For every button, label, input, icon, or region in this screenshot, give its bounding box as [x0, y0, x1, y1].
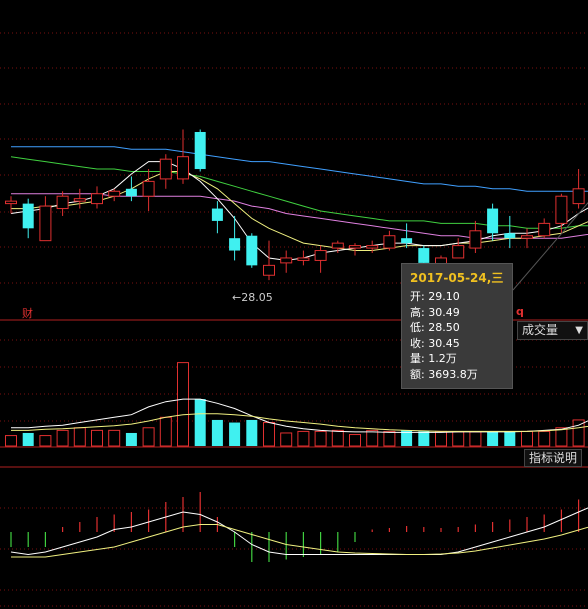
volume-bar-up [469, 431, 482, 447]
volume-bar-up [177, 362, 189, 447]
tooltip-row-amount: 额: 3693.8万 [410, 367, 504, 383]
tooltip-pointer [512, 202, 588, 291]
volume-bar-up [263, 422, 275, 447]
candle-body-down [125, 188, 137, 197]
tooltip-row-label: 收: [410, 336, 425, 350]
tooltip-date: 2017-05-24,三 [410, 271, 504, 285]
candle-body-up [521, 235, 533, 239]
candle-body-up [91, 193, 103, 205]
candle-body-down [246, 235, 258, 266]
q-tag[interactable]: q [516, 305, 524, 318]
candle-body-up [366, 245, 379, 249]
volume-bar-down [418, 431, 430, 446]
tooltip-row-value: 30.45 [428, 336, 460, 350]
volume-ma-line-2 [11, 413, 588, 432]
volume-bar-up [435, 430, 447, 447]
volume-bar-down [22, 432, 34, 446]
volume-bar-up [56, 429, 69, 447]
volume-bar-up [73, 427, 86, 447]
volume-bar-down [246, 419, 258, 446]
candle-tooltip: 2017-05-24,三 开: 29.10 高: 30.49 低: 28.50 … [401, 263, 513, 389]
candle-body-up [555, 195, 568, 224]
candle-body-up [5, 200, 17, 205]
volume-bar-up [39, 435, 52, 447]
volume-bar-down [211, 419, 223, 446]
candle-body-up [314, 250, 327, 261]
candle-body-up [469, 230, 482, 249]
volume-bar-up [521, 430, 533, 447]
volume-bar-up [331, 429, 344, 447]
volume-bar-down [487, 431, 499, 446]
volume-indicator-select[interactable]: 成交量 ▼ [517, 321, 588, 340]
candle-body-down [229, 238, 241, 251]
candle-body-up [73, 198, 86, 202]
candle-body-up [383, 235, 396, 249]
candle-body-down [487, 208, 499, 234]
candle-body-up [177, 156, 189, 180]
tooltip-row-label: 量: [410, 352, 425, 365]
volume-bar-up [366, 429, 379, 447]
volume-bar-up [108, 429, 121, 447]
candle-body-up [39, 205, 52, 242]
tooltip-row-value: 30.49 [428, 305, 460, 319]
tooltip-row-value: 3693.8万 [428, 367, 478, 381]
volume-bar-down [194, 399, 206, 446]
candle-body-up [349, 245, 361, 249]
volume-bar-up [452, 431, 465, 447]
candle-body-up [331, 242, 344, 249]
candle-body-up [452, 245, 465, 259]
candle-body-up [108, 190, 121, 197]
indicator-help-button[interactable]: 指标说明 [524, 449, 582, 467]
volume-bar-down [504, 431, 516, 446]
volume-bar-up [91, 429, 103, 447]
tooltip-row-volume: 量: 1.2万 [410, 351, 504, 367]
volume-bar-up [280, 432, 293, 447]
volume-bar-down [125, 432, 137, 446]
candle-body-down [401, 238, 413, 244]
tooltip-row-label: 高: [410, 305, 425, 319]
finance-tag[interactable]: 财 [22, 305, 33, 321]
chevron-down-icon: ▼ [575, 325, 583, 336]
indicator-panel[interactable] [10, 482, 588, 562]
tooltip-row-value: 29.10 [428, 290, 460, 303]
volume-ma-line-1 [11, 398, 588, 433]
candle-body-up [159, 158, 172, 180]
volume-bar-down [229, 422, 241, 446]
volume-bar-up [314, 430, 327, 447]
candle-body-up [280, 257, 293, 264]
tooltip-row-value: 28.50 [428, 321, 460, 334]
ma5-line [10, 161, 588, 261]
candle-body-down [194, 131, 206, 170]
volume-bar-up [349, 434, 361, 447]
candle-body-down [22, 203, 34, 229]
tooltip-row-label: 开: [410, 290, 425, 303]
volume-indicator-selected: 成交量 [522, 323, 559, 337]
candle-body-up [572, 188, 585, 205]
tooltip-row-high: 高: 30.49 [410, 305, 504, 321]
candle-body-down [504, 233, 516, 239]
low-price-value: 28.05 [241, 291, 273, 304]
tooltip-row-value: 1.2万 [428, 352, 457, 365]
candle-body-down [211, 208, 223, 221]
candle-body-up [56, 195, 69, 210]
volume-bar-up [159, 416, 172, 447]
low-price-marker: ←28.05 [232, 291, 273, 304]
candle-body-up [142, 180, 155, 197]
candle-body-up [538, 222, 551, 237]
volume-bar-up [5, 435, 17, 447]
tooltip-row-close: 收: 30.45 [410, 336, 504, 352]
candle-body-up [263, 264, 275, 276]
tooltip-row-label: 额: [410, 367, 425, 381]
tooltip-row-low: 低: 28.50 [410, 320, 504, 336]
volume-bar-up [142, 427, 155, 447]
ma30-line [10, 156, 588, 229]
volume-bar-up [297, 430, 310, 447]
candle-body-up [297, 257, 310, 261]
tooltip-row-label: 低: [410, 321, 425, 334]
volume-bar-up [383, 430, 396, 447]
tooltip-row-open: 开: 29.10 [410, 289, 504, 305]
volume-bar-up [538, 430, 551, 447]
candle-body-down [418, 248, 430, 263]
